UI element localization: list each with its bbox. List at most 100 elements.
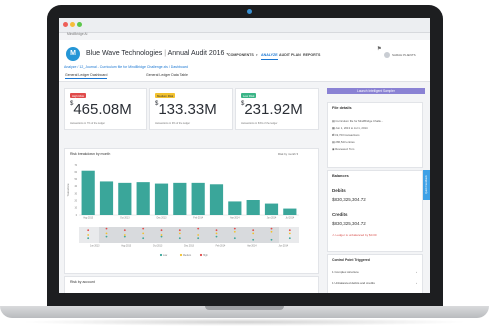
bar [228, 201, 242, 215]
y-tick-label: 0 [76, 215, 78, 217]
low-risk-amount: $231.92M [241, 101, 303, 118]
overview-point-high [233, 227, 236, 230]
file-entries: ▤ 286,543 entries [332, 140, 355, 144]
y-tick-label: 10 [74, 208, 77, 210]
risk-chart-dropdown[interactable]: Risk by month ▾ [278, 152, 298, 156]
nav-audit-plan[interactable]: AUDIT PLAN [279, 53, 301, 57]
file-details-title: File details [332, 106, 352, 110]
overview-point-low [270, 238, 273, 241]
app-screen: MindBridge Ai M Blue Wave Technologies |… [59, 18, 430, 293]
bar [209, 184, 224, 215]
y-tick-label: 60 [74, 172, 77, 174]
low-risk-note: transactions in 84% of the ledger [241, 122, 278, 125]
control-point-item[interactable]: 1 Unbalanced debits and credits [332, 281, 375, 285]
risk-by-account-title: Risk by account [70, 280, 95, 284]
high-risk-badge: High Risk [70, 93, 86, 98]
bar [154, 183, 169, 215]
overview-point-high [105, 227, 108, 230]
overview-point-low [233, 237, 236, 240]
overview-tick-label: Apr 2014 [247, 245, 257, 248]
legend-swatch [199, 253, 203, 257]
quick-feedback-tab[interactable]: Quick Feedback [423, 170, 430, 200]
medium-risk-note: transactions in 9% of the ledger [155, 122, 191, 125]
audit-name[interactable]: Annual Audit 2016 [168, 50, 225, 57]
unbalanced-warning: ⚠ Ledger is unbalanced by $0.00 [332, 233, 377, 237]
tab-general-ledger-dashboard[interactable]: General Ledger Dashboard [65, 73, 108, 79]
chevron-right-icon[interactable]: › [416, 281, 417, 285]
x-tick-label: Jun 2014 [267, 218, 277, 220]
x-tick-label: Oct 2013 [120, 217, 130, 220]
chevron-right-icon[interactable]: › [416, 270, 417, 274]
x-tick-label: Apr 2014 [230, 217, 240, 220]
bar [283, 208, 297, 215]
file-details-card: File details ▤ Curriculum file for MindB… [327, 102, 423, 168]
bar [264, 203, 279, 215]
overview-point-medium [142, 232, 145, 235]
tab-general-ledger-data-table[interactable]: General Ledger Data Table [146, 73, 188, 77]
close-window-button[interactable] [63, 22, 68, 27]
overview-point-high [123, 229, 126, 232]
x-tick-label: Feb 2014 [193, 218, 203, 220]
overview-point-high [215, 229, 218, 232]
overview-point-medium [87, 234, 90, 236]
risk-chart-svg: 0 10 20 30 40 50 60 70 Transactions Aug 2013 Oct 2… [67, 165, 299, 257]
overview-tick-label: Jun 2013 [90, 246, 100, 248]
chevron-down-icon: ▾ [256, 53, 258, 57]
high-risk-card[interactable]: High Risk $465.08M transactions in 7% of… [64, 88, 147, 130]
window-title: MindBridge Ai [67, 32, 88, 36]
risk-by-account-card: Risk by account [64, 276, 319, 293]
overview-point-low [288, 237, 291, 240]
notifications-icon[interactable]: ⚑ [377, 46, 381, 52]
camera-dot [247, 9, 252, 14]
y-tick-label: 50 [74, 179, 77, 181]
overview-tick-label: Oct 2013 [153, 245, 163, 248]
bar [81, 170, 95, 215]
subtabs: General Ledger Dashboard General Ledger … [59, 71, 430, 82]
medium-risk-card[interactable]: Medium Risk $133.33M transactions in 9% … [149, 88, 233, 130]
nav-components[interactable]: COMPONENTS [228, 53, 254, 57]
medium-risk-badge: Medium Risk [155, 93, 176, 98]
low-risk-card[interactable]: Low Risk $231.92M transactions in 84% of… [235, 88, 319, 130]
launch-sampler-button[interactable]: Launch Intelligent Sampler [327, 88, 425, 94]
overview-point-high [160, 229, 163, 232]
credits-value: $830,325,304.72 [332, 221, 366, 226]
file-name: ▤ Curriculum file for MindBridge Challe.… [332, 119, 384, 123]
maximize-window-button[interactable] [77, 22, 82, 27]
overview-window [99, 227, 279, 243]
minimize-window-button[interactable] [70, 22, 75, 27]
bar [191, 182, 205, 215]
y-tick-label: 40 [74, 186, 77, 188]
overview-point-low [215, 235, 218, 238]
control-points-card: Control Point Triggered 1 Complex struct… [327, 254, 423, 293]
nav-analyze[interactable]: ANALYZE [261, 53, 278, 60]
y-tick-label: 70 [74, 165, 77, 167]
legend-swatch [159, 253, 163, 257]
overview-point-medium [233, 230, 236, 233]
overview-point-low [178, 237, 181, 240]
file-transactions: ⇄ 19,703 transactions [332, 133, 360, 137]
credits-label: Credits [332, 212, 348, 217]
avatar[interactable] [384, 52, 390, 58]
overview-point-low [87, 237, 90, 240]
bar [136, 182, 150, 215]
low-risk-badge: Low Risk [241, 93, 257, 98]
overview-point-low [123, 235, 126, 238]
overview-point-low [142, 237, 145, 240]
overview-point-low [197, 237, 200, 240]
app-logo-icon[interactable]: M [66, 47, 80, 61]
x-tick-label: Aug 2013 [83, 217, 94, 220]
overview-point-medium [178, 232, 181, 235]
breadcrumb[interactable]: Analyze / 12_Journal - Curriculum file f… [64, 65, 188, 69]
legend-swatch [179, 253, 183, 257]
overview-point-low [105, 235, 108, 238]
nav-reports[interactable]: REPORTS [303, 53, 320, 57]
control-point-item[interactable]: 1 Complex structure [332, 270, 359, 274]
bar [99, 181, 114, 215]
user-name[interactable]: SARAH PLIENTS [392, 53, 416, 57]
debits-value: $830,325,304.72 [332, 197, 366, 202]
legend-label: Medium [183, 255, 191, 257]
overview-tick-label: Dec 2013 [184, 246, 195, 248]
overview-point-medium [288, 232, 291, 235]
overview-tick-label: Aug 2013 [121, 245, 132, 248]
overview-point-medium [123, 234, 126, 236]
